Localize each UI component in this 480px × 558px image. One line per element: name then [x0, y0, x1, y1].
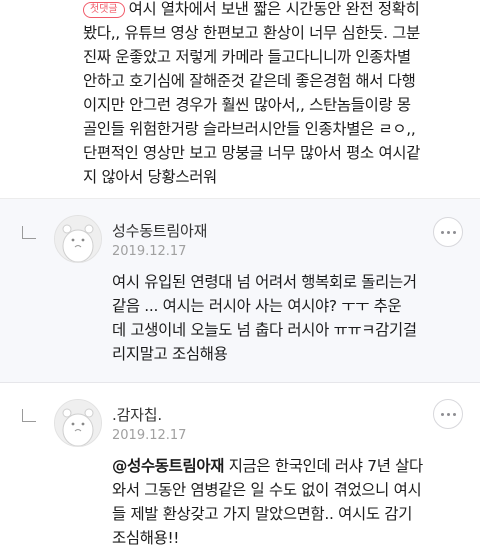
comment-line-1: 여시 열차에서 보낸 짧은 시간동안 완전 정확히	[128, 0, 420, 18]
reply-nickname[interactable]: 성수동트림아재	[112, 220, 207, 241]
first-comment-badge: 첫댓글	[83, 2, 125, 18]
mention-link[interactable]: @성수동트림아재	[112, 457, 224, 475]
reply-text-container: @성수동트림아재 지금은 한국인데 러샤 7년 살다 와서 그동안 염병같은 일…	[112, 454, 468, 550]
default-avatar-icon	[55, 400, 101, 446]
reply-item: 성수동트림아재 2019.12.17 여시 유입된 연령대 넘 어려서 행복회로…	[0, 199, 480, 383]
comment-body: 첫댓글 여시 열차에서 보낸 짧은 시간동안 완전 정확히 봤다,, 유튜브 영상…	[83, 0, 473, 189]
reply-item: .감자칩. 2019.12.17 @성수동트림아재 지금은 한국인데 러샤 7년…	[0, 383, 480, 558]
reply-arrow-icon	[22, 409, 36, 422]
more-dot-icon	[440, 230, 444, 234]
avatar[interactable]	[54, 215, 102, 263]
reply-arrow-icon	[22, 226, 36, 239]
reply-text: 여시 유입된 연령대 넘 어려서 행복회로 돌리는거 같음 ... 여시는 러시…	[112, 273, 417, 363]
default-avatar-icon	[55, 216, 101, 262]
comment-text-rest: 봤다,, 유튜브 영상 한편보고 환상이 너무 심한듯. 그분 진짜 운좋았고 …	[83, 24, 421, 186]
first-comment: 첫댓글 여시 열차에서 보낸 짧은 시간동안 완전 정확히 봤다,, 유튜브 영상…	[0, 0, 480, 199]
more-options-button[interactable]	[433, 399, 463, 429]
reply-nickname[interactable]: .감자칩.	[112, 404, 162, 425]
reply-date: 2019.12.17	[112, 428, 187, 443]
more-dot-icon	[446, 230, 450, 234]
more-options-button[interactable]	[433, 217, 463, 247]
more-dot-icon	[440, 412, 444, 416]
avatar[interactable]	[54, 399, 102, 447]
more-dot-icon	[452, 230, 456, 234]
reply-date: 2019.12.17	[112, 244, 187, 259]
more-dot-icon	[452, 412, 456, 416]
more-dot-icon	[446, 412, 450, 416]
